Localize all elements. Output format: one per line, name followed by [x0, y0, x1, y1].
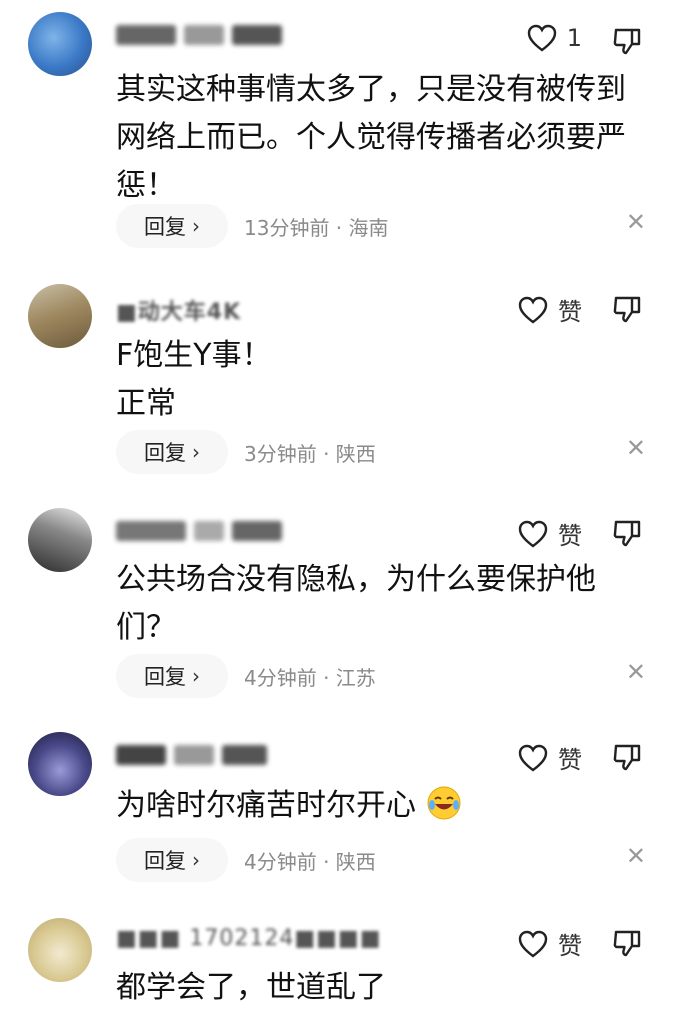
heart-outline-icon — [527, 24, 557, 52]
comment-text: 为啥时尔痛苦时尔开心 — [116, 782, 646, 830]
chevron-right-icon: › — [192, 440, 200, 464]
dislike-button[interactable] — [612, 518, 642, 548]
thumbs-down-icon — [612, 26, 642, 56]
reply-button[interactable]: 回复 › — [116, 430, 228, 474]
reply-button[interactable]: 回复 › — [116, 654, 228, 698]
thumbs-down-icon — [612, 294, 642, 324]
reply-label: 回复 — [144, 441, 186, 465]
comment-text: 都学会了，世道乱了 — [116, 970, 386, 1005]
reply-label: 回复 — [144, 215, 186, 239]
heart-outline-icon — [518, 296, 548, 324]
username[interactable] — [116, 518, 296, 548]
reply-button[interactable]: 回复 › — [116, 204, 228, 248]
like-label: 赞 — [558, 298, 582, 326]
like-button[interactable]: 赞 — [518, 292, 582, 327]
dislike-button[interactable] — [612, 26, 642, 56]
avatar[interactable] — [28, 508, 92, 572]
like-button[interactable]: 赞 — [518, 516, 582, 551]
reply-label: 回复 — [144, 849, 186, 873]
like-button[interactable]: 1 — [527, 24, 582, 52]
comment-text: 其实这种事情太多了，只是没有被传到网络上而已。个人觉得传播者必须要严惩！ — [116, 72, 626, 203]
chevron-right-icon: › — [192, 214, 200, 238]
timestamp-location: 4分钟前 · 江苏 — [244, 666, 376, 690]
dislike-button[interactable] — [612, 294, 642, 324]
comment-meta: 回复 › 3分钟前 · 陕西 ✕ — [116, 430, 656, 474]
comment-text-content: 为啥时尔痛苦时尔开心 — [116, 788, 416, 823]
comment-meta: 回复 › 4分钟前 · 陕西 ✕ — [116, 838, 656, 882]
username[interactable]: ■■■ 1702124■■■■ — [116, 926, 396, 956]
chevron-right-icon: › — [192, 664, 200, 688]
username[interactable] — [116, 742, 296, 772]
avatar[interactable] — [28, 12, 92, 76]
reply-label: 回复 — [144, 665, 186, 689]
heart-outline-icon — [518, 520, 548, 548]
thumbs-down-icon — [612, 928, 642, 958]
like-button[interactable]: 赞 — [518, 740, 582, 775]
close-icon[interactable]: ✕ — [626, 842, 646, 870]
dislike-button[interactable] — [612, 742, 642, 772]
like-button[interactable]: 赞 — [518, 926, 582, 961]
avatar[interactable] — [28, 284, 92, 348]
chevron-right-icon: › — [192, 848, 200, 872]
heart-outline-icon — [518, 744, 548, 772]
comment-text: F饱生Y事！ 正常 — [116, 338, 272, 421]
like-count: 1 — [566, 24, 582, 52]
reply-button[interactable]: 回复 › — [116, 838, 228, 882]
laughing-tears-emoji-icon — [426, 785, 462, 821]
close-icon[interactable]: ✕ — [626, 434, 646, 462]
comment-meta: 回复 › 13分钟前 · 海南 ✕ — [116, 204, 656, 248]
thumbs-down-icon — [612, 518, 642, 548]
close-icon[interactable]: ✕ — [626, 208, 646, 236]
close-icon[interactable]: ✕ — [626, 658, 646, 686]
timestamp-location: 4分钟前 · 陕西 — [244, 850, 376, 874]
comment-text: 公共场合没有隐私，为什么要保护他们？ — [116, 562, 596, 645]
comment-meta: 回复 › 4分钟前 · 江苏 ✕ — [116, 654, 656, 698]
thumbs-down-icon — [612, 742, 642, 772]
username[interactable]: ■动大车4K — [116, 294, 296, 324]
like-label: 赞 — [558, 746, 582, 774]
dislike-button[interactable] — [612, 928, 642, 958]
heart-outline-icon — [518, 930, 548, 958]
avatar[interactable] — [28, 732, 92, 796]
avatar[interactable] — [28, 918, 92, 982]
like-label: 赞 — [558, 932, 582, 960]
timestamp-location: 13分钟前 · 海南 — [244, 216, 389, 240]
timestamp-location: 3分钟前 · 陕西 — [244, 442, 376, 466]
like-label: 赞 — [558, 522, 582, 550]
username[interactable] — [116, 22, 296, 52]
